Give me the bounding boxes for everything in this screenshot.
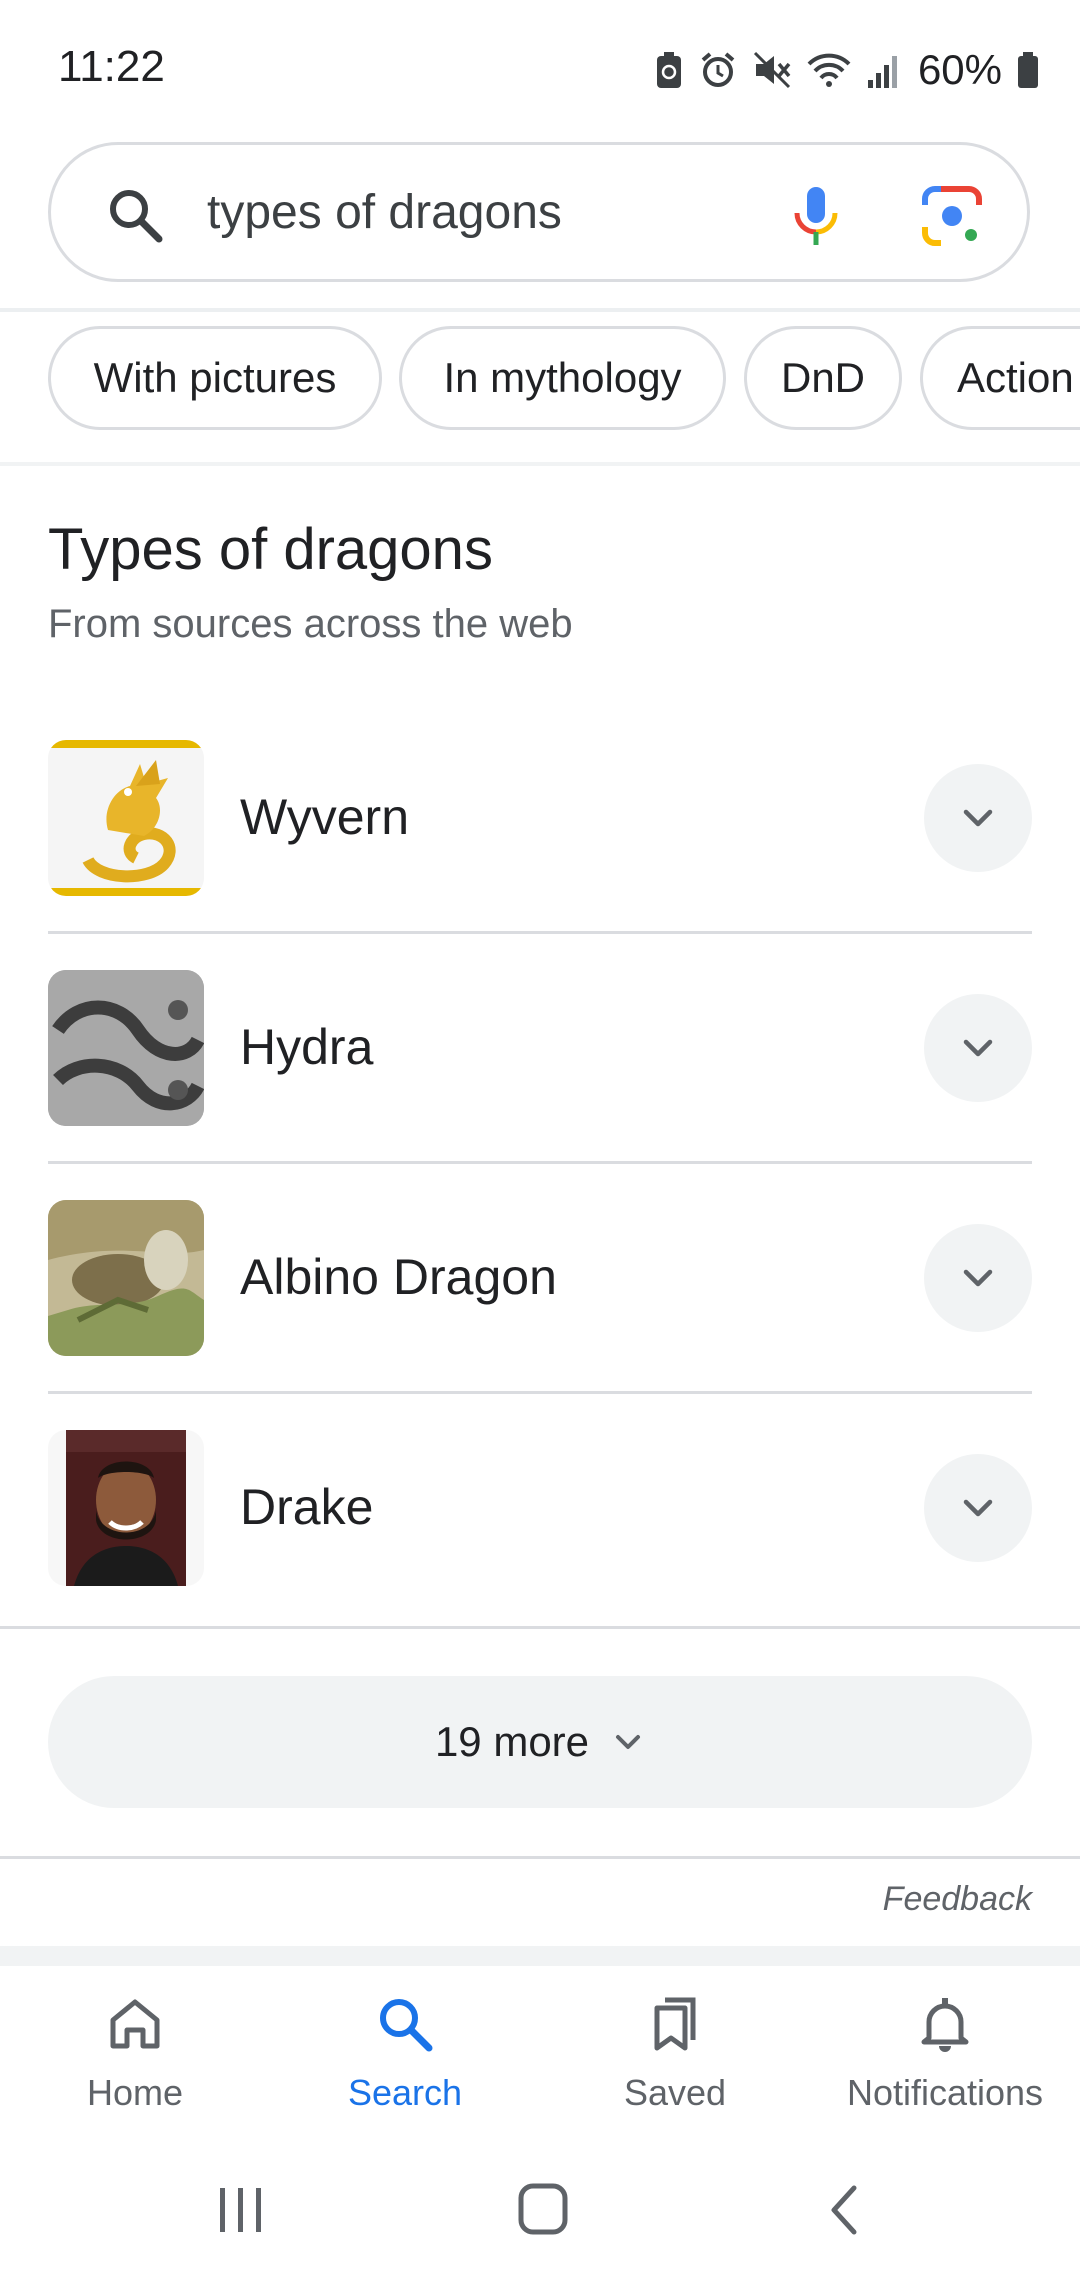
- nav-label: Saved: [623, 2072, 727, 2113]
- chevron-down-icon: [963, 1499, 993, 1517]
- battery-icon: [1018, 52, 1038, 88]
- expand-button[interactable]: [924, 1224, 1032, 1332]
- item-label: Wyvern: [240, 789, 410, 845]
- mute-icon: [753, 51, 791, 89]
- section-title: Types of dragons: [48, 517, 493, 582]
- list-item[interactable]: Albino Dragon: [0, 1178, 1080, 1408]
- chip-with-pictures[interactable]: With pictures: [48, 326, 382, 430]
- expand-button[interactable]: [924, 1454, 1032, 1562]
- chip-dnd[interactable]: DnD: [744, 326, 902, 430]
- battery-saver-icon: [656, 52, 681, 88]
- status-icons: 60%: [654, 42, 1040, 98]
- wyvern-thumbnail: [48, 740, 204, 896]
- nav-saved[interactable]: Saved: [540, 1992, 810, 2132]
- list-item[interactable]: Drake: [0, 1408, 1080, 1638]
- back-icon[interactable]: [810, 2180, 880, 2240]
- bell-icon: [921, 1998, 969, 2052]
- recent-apps-icon[interactable]: [206, 2180, 276, 2240]
- chip-in-mythology[interactable]: In mythology: [399, 326, 726, 430]
- signal-icon: [867, 56, 897, 88]
- home-icon: [110, 1999, 160, 2049]
- nav-notifications[interactable]: Notifications: [810, 1992, 1080, 2132]
- system-navigation: [0, 2136, 1080, 2280]
- search-bar[interactable]: types of dragons: [48, 142, 1030, 282]
- hydra-thumbnail: [48, 970, 204, 1126]
- chip-action[interactable]: Action: [920, 326, 1080, 430]
- wifi-icon: [807, 53, 851, 87]
- section-bottom-divider: [0, 1856, 1080, 1859]
- expand-button[interactable]: [924, 994, 1032, 1102]
- chevron-down-icon: [616, 1735, 641, 1749]
- filter-chips: With pictures In mythology DnD Action: [0, 324, 1080, 434]
- chevron-down-icon: [963, 1039, 993, 1057]
- albino-dragon-thumbnail: [48, 1200, 204, 1356]
- list-bottom-divider: [0, 1626, 1080, 1629]
- home-button-icon[interactable]: [508, 2180, 578, 2240]
- bookmark-icon: [654, 1997, 696, 2051]
- google-lens-icon[interactable]: [919, 183, 985, 249]
- list-divider: [48, 1161, 1032, 1164]
- search-input[interactable]: types of dragons: [207, 185, 562, 240]
- drake-thumbnail: [48, 1430, 204, 1586]
- search-header: types of dragons: [0, 140, 1080, 310]
- search-icon[interactable]: [103, 183, 167, 247]
- nav-label: Notifications: [846, 2072, 1044, 2113]
- nav-search[interactable]: Search: [270, 1992, 540, 2132]
- show-more-label: 19 more: [434, 1718, 590, 1765]
- nav-label: Search: [347, 2072, 463, 2113]
- search-icon: [380, 1999, 433, 2052]
- section-separator: [0, 1946, 1080, 1966]
- chevron-down-icon: [963, 1269, 993, 1287]
- header-divider: [0, 308, 1080, 312]
- list-item[interactable]: Wyvern: [0, 718, 1080, 948]
- list-divider: [48, 1391, 1032, 1394]
- list-divider: [48, 931, 1032, 934]
- nav-home[interactable]: Home: [0, 1992, 270, 2132]
- item-label: Hydra: [240, 1019, 374, 1075]
- alarm-icon: [701, 52, 735, 87]
- item-label: Drake: [240, 1479, 374, 1535]
- show-more-button[interactable]: 19 more: [48, 1676, 1032, 1808]
- feedback-link[interactable]: Feedback: [883, 1880, 1032, 1919]
- chevron-down-icon: [963, 809, 993, 827]
- nav-label: Home: [86, 2072, 184, 2113]
- expand-button[interactable]: [924, 764, 1032, 872]
- status-time: 11:22: [58, 42, 165, 91]
- microphone-icon[interactable]: [781, 181, 851, 251]
- bottom-navigation: Home Search Saved Notifications: [0, 1966, 1080, 2136]
- battery-percentage: 60%: [917, 46, 1002, 93]
- item-label: Albino Dragon: [240, 1249, 557, 1305]
- section-subtitle: From sources across the web: [48, 602, 573, 646]
- chips-divider: [0, 462, 1080, 466]
- status-bar: 11:22 60%: [0, 0, 1080, 140]
- list-item[interactable]: Hydra: [0, 948, 1080, 1178]
